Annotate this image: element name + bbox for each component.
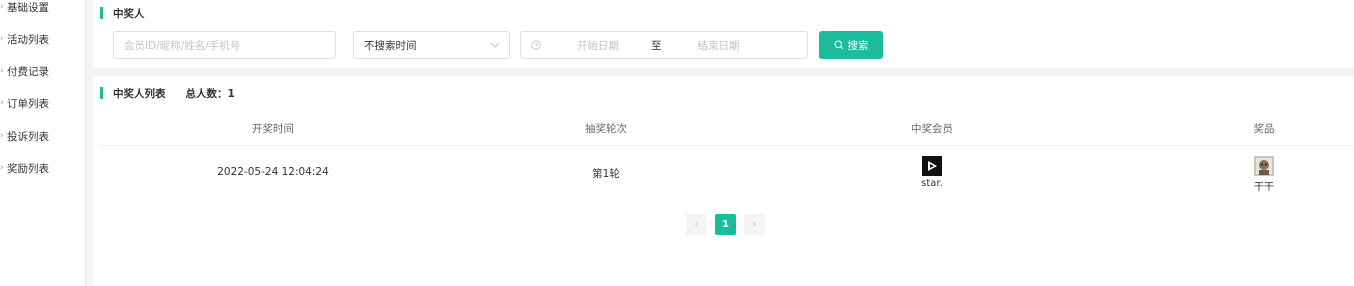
filter-title-text: 中奖人 xyxy=(113,7,145,20)
date-range-picker[interactable]: 开始日期 至 结束日期 xyxy=(520,31,808,59)
column-header-prize: 奖品 xyxy=(1253,123,1275,135)
prev-page-button[interactable]: ‹ xyxy=(686,214,707,235)
date-separator: 至 xyxy=(651,39,662,52)
round-cell: 第1轮 xyxy=(592,168,620,180)
start-date-placeholder[interactable]: 开始日期 xyxy=(577,38,619,53)
time-filter-select[interactable]: 不搜索时间 xyxy=(353,31,510,59)
total-count: 总人数：1 xyxy=(185,87,235,100)
title-accent-bar xyxy=(100,7,103,19)
chevron-down-icon xyxy=(490,42,500,48)
sidebar-item-reward-list[interactable]: › 奖励列表 xyxy=(0,158,86,178)
header-divider xyxy=(100,145,1354,146)
member-avatar xyxy=(922,156,942,176)
bullet-icon: › xyxy=(0,2,4,12)
sidebar: › 基础设置 › 活动列表 › 付费记录 › 订单列表 › 投诉列表 › 奖励列… xyxy=(0,0,86,286)
column-header-round: 抽奖轮次 xyxy=(585,123,627,135)
time-filter-value: 不搜索时间 xyxy=(364,39,417,52)
sidebar-item-complaint-list[interactable]: › 投诉列表 xyxy=(0,126,86,146)
section-divider xyxy=(93,68,1354,76)
draw-time-cell: 2022-05-24 12:04:24 xyxy=(217,166,329,178)
search-input[interactable]: 会员ID/昵称/姓名/手机号 xyxy=(113,31,336,59)
bullet-icon: › xyxy=(0,66,4,76)
end-date-placeholder[interactable]: 结束日期 xyxy=(698,38,740,53)
sidebar-item-label: 付费记录 xyxy=(7,65,49,78)
filter-section-title: 中奖人 xyxy=(100,6,145,20)
member-name: star. xyxy=(921,178,943,189)
bullet-icon: › xyxy=(0,131,4,141)
sidebar-item-label: 奖励列表 xyxy=(7,162,49,175)
next-page-button[interactable]: › xyxy=(744,214,765,235)
sidebar-item-label: 活动列表 xyxy=(7,33,49,46)
sidebar-item-label: 订单列表 xyxy=(7,97,49,110)
title-accent-bar xyxy=(100,87,103,99)
sidebar-item-order-list[interactable]: › 订单列表 xyxy=(0,93,86,113)
search-button-label: 搜索 xyxy=(847,39,869,52)
list-section-title: 中奖人列表 总人数：1 xyxy=(100,86,235,100)
column-header-draw-time: 开奖时间 xyxy=(252,123,294,135)
search-icon xyxy=(834,40,843,50)
prize-image xyxy=(1254,156,1274,176)
clock-icon xyxy=(531,40,541,50)
app-root: › 基础设置 › 活动列表 › 付费记录 › 订单列表 › 投诉列表 › 奖励列… xyxy=(0,0,1354,286)
bullet-icon: › xyxy=(0,163,4,173)
sidebar-item-basic-settings[interactable]: › 基础设置 xyxy=(0,0,86,17)
sidebar-item-label: 投诉列表 xyxy=(7,130,49,143)
sidebar-item-payment-records[interactable]: › 付费记录 xyxy=(0,61,86,81)
bullet-icon: › xyxy=(0,34,4,44)
prize-name: 干干 xyxy=(1254,182,1274,193)
sidebar-item-activity-list[interactable]: › 活动列表 xyxy=(0,29,86,49)
search-button[interactable]: 搜索 xyxy=(819,31,883,59)
page-1-button[interactable]: 1 xyxy=(715,214,736,235)
column-header-member: 中奖会员 xyxy=(911,123,953,135)
list-title-text: 中奖人列表 xyxy=(113,87,166,100)
bullet-icon: › xyxy=(0,98,4,108)
sidebar-item-label: 基础设置 xyxy=(7,1,49,14)
search-placeholder: 会员ID/昵称/姓名/手机号 xyxy=(124,39,241,52)
main-content: 中奖人 会员ID/昵称/姓名/手机号 不搜索时间 开始日期 至 结束日期 搜索 … xyxy=(93,0,1354,286)
sidebar-gutter xyxy=(86,0,93,286)
